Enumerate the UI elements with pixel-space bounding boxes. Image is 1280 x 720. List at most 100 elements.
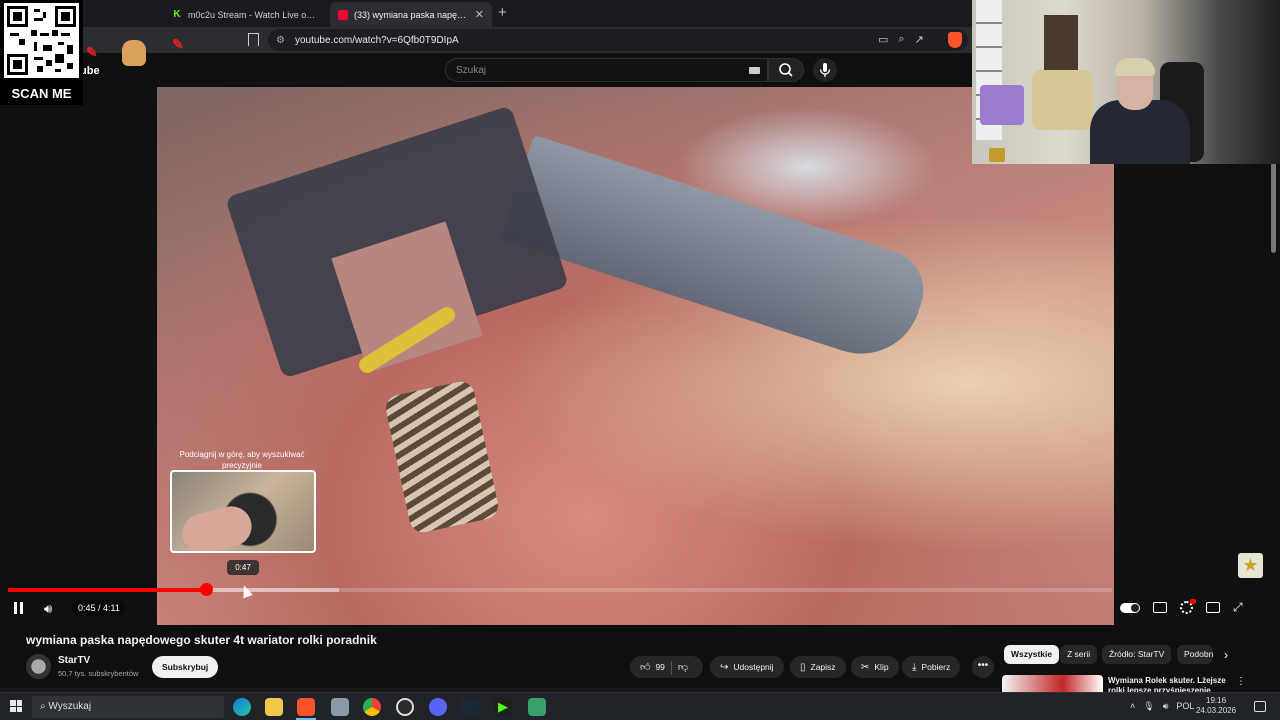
youtube-icon — [338, 9, 348, 20]
webcam-overlay — [972, 0, 1280, 164]
search-icon — [779, 63, 793, 77]
tab-youtube[interactable]: (33) wymiana paska napędowego skuter 4t … — [330, 2, 492, 27]
tab-kick[interactable]: K m0c2u Stream - Watch Live on Kick — [164, 2, 326, 27]
chip-all[interactable]: Wszystkie — [1004, 645, 1060, 664]
settings-gear-icon[interactable] — [1180, 599, 1196, 614]
chip-series[interactable]: Z serii — [1060, 645, 1098, 664]
clock[interactable]: 19:16 24.03.2026 — [1196, 696, 1236, 716]
taskbar-search-label: Wyszukaj — [48, 701, 92, 712]
thumbs-up-icon[interactable]: 👍︎ — [640, 662, 650, 673]
cast-icon[interactable]: ▭ — [878, 33, 888, 46]
language-indicator[interactable]: POL — [1176, 701, 1194, 712]
more-actions-button[interactable]: ••• — [972, 656, 994, 678]
steam-icon[interactable] — [461, 698, 479, 716]
preview-time: 0:47 — [227, 560, 259, 575]
pause-button[interactable] — [13, 602, 25, 614]
seek-preview-thumbnail — [170, 470, 316, 553]
app-icon[interactable] — [331, 698, 349, 716]
channel-avatar[interactable] — [26, 654, 51, 679]
miniplayer-icon[interactable] — [1206, 602, 1220, 613]
address-actions: ▭ ⌕ ↗ — [878, 33, 924, 46]
chrome-icon[interactable] — [363, 698, 381, 716]
clip-button[interactable]: ✂ Klip — [851, 656, 899, 678]
brave-icon[interactable] — [297, 698, 315, 716]
url-field[interactable]: ⚙ youtube.com/watch?v=6Qfb0T9DIpA — [268, 29, 968, 51]
clip-label: Klip — [874, 662, 889, 672]
microphone-icon[interactable]: 🎙︎ — [1143, 701, 1154, 712]
chip-similar[interactable]: Podobne — [1177, 645, 1213, 664]
subtitles-icon[interactable] — [1153, 602, 1167, 613]
webcam-purple-object — [980, 85, 1024, 125]
download-button[interactable]: ⤓ Pobierz — [902, 656, 961, 678]
like-dislike-group[interactable]: 👍︎ 99 👎︎ — [630, 656, 703, 678]
system-tray: ˄ 🎙︎ 🔊︎ POL — [1130, 701, 1194, 712]
seek-hint: Podciągnij w górę, aby wyszukiwać precyz… — [179, 450, 305, 470]
autoplay-toggle[interactable] — [1120, 602, 1140, 613]
tab-label: (33) wymiana paska napędowego skuter 4t … — [354, 9, 471, 20]
file-explorer-icon[interactable] — [265, 698, 283, 716]
channel-name[interactable]: StarTV — [58, 655, 90, 666]
bookmark-icon: ▯ — [800, 662, 806, 673]
site-settings-icon[interactable]: ⚙ — [276, 35, 285, 46]
microphone-icon — [819, 63, 831, 77]
app-icon[interactable] — [528, 698, 546, 716]
page-scrollbar[interactable] — [1271, 163, 1276, 253]
download-label: Pobierz — [921, 662, 951, 672]
tab-label: m0c2u Stream - Watch Live on Kick — [188, 9, 318, 20]
windows-start-icon[interactable] — [10, 700, 22, 712]
fullscreen-icon[interactable]: ⤢ — [1233, 600, 1243, 615]
clock-date: 24.03.2026 — [1196, 706, 1237, 715]
search-button[interactable] — [768, 58, 804, 82]
qr-code — [4, 3, 79, 78]
new-tab-button[interactable]: + — [498, 4, 507, 21]
zoom-icon[interactable]: ⌕ — [898, 33, 904, 46]
search-input[interactable]: Szukaj — [445, 58, 768, 82]
star-icon: ★ — [1238, 553, 1263, 578]
download-icon: ⤓ — [912, 662, 917, 673]
scrubber-handle[interactable] — [199, 583, 213, 596]
chevron-right-icon[interactable]: › — [1224, 648, 1228, 662]
more-vert-icon[interactable]: ⋮ — [1236, 676, 1246, 687]
share-arrow-icon: ↪ — [720, 662, 729, 673]
played-bar — [8, 588, 206, 592]
discord-icon[interactable] — [429, 698, 447, 716]
edge-icon[interactable] — [233, 698, 251, 716]
share-icon[interactable]: ↗ — [915, 33, 924, 46]
overlay-sticker-icon: ✎ — [172, 36, 184, 52]
close-tab-icon[interactable]: ✕ — [475, 8, 484, 21]
windows-taskbar: ⌕ Wyszukaj ▶ ˄ 🎙︎ 🔊︎ POL 19:16 24.03.202… — [0, 692, 1280, 720]
share-label: Udostępnij — [733, 662, 774, 672]
share-button[interactable]: ↪ Udostępnij — [710, 656, 784, 678]
time-display: 0:45 / 4:11 — [72, 600, 126, 616]
save-button[interactable]: ▯ Zapisz — [790, 656, 846, 678]
bookmark-icon[interactable] — [248, 33, 259, 46]
chevron-up-icon[interactable]: ˄ — [1130, 701, 1135, 712]
url-text: youtube.com/watch?v=6Qfb0T9DIpA — [294, 34, 459, 46]
volume-icon[interactable]: 🔊︎ — [44, 601, 52, 617]
scissors-icon: ✂ — [861, 662, 870, 673]
keyboard-icon[interactable] — [749, 67, 760, 74]
kick-icon: K — [172, 8, 182, 20]
notifications-icon[interactable] — [1254, 701, 1266, 712]
voice-search-button[interactable] — [813, 58, 837, 82]
clock-time: 19:16 — [1206, 696, 1227, 705]
speaker-icon[interactable]: 🔊︎ — [1163, 701, 1169, 712]
progress-bar[interactable] — [8, 588, 1112, 592]
taskbar-search[interactable]: ⌕ Wyszukaj — [32, 696, 224, 718]
obs-icon[interactable] — [396, 698, 414, 716]
divider — [670, 660, 672, 675]
subscriber-count: 50,7 tys. subskrybentów — [58, 669, 139, 678]
overlay-sticker-icon: ✎ — [86, 44, 98, 60]
kick-icon[interactable]: ▶ — [494, 698, 512, 716]
save-label: Zapisz — [810, 662, 836, 672]
brave-shields-icon[interactable] — [948, 32, 962, 48]
webcam-mug — [989, 148, 1005, 162]
thumbs-down-icon[interactable]: 👎︎ — [678, 662, 688, 673]
preview-hand — [178, 502, 256, 551]
chip-source[interactable]: Źródło: StarTV — [1102, 645, 1172, 664]
spring — [383, 379, 501, 535]
subscribe-button[interactable]: Subskrybuj — [152, 656, 219, 678]
video-title: wymiana paska napędowego skuter 4t waria… — [26, 633, 377, 647]
player-right-controls: ⤢ — [1120, 599, 1243, 615]
cat-sticker-icon — [122, 40, 146, 66]
